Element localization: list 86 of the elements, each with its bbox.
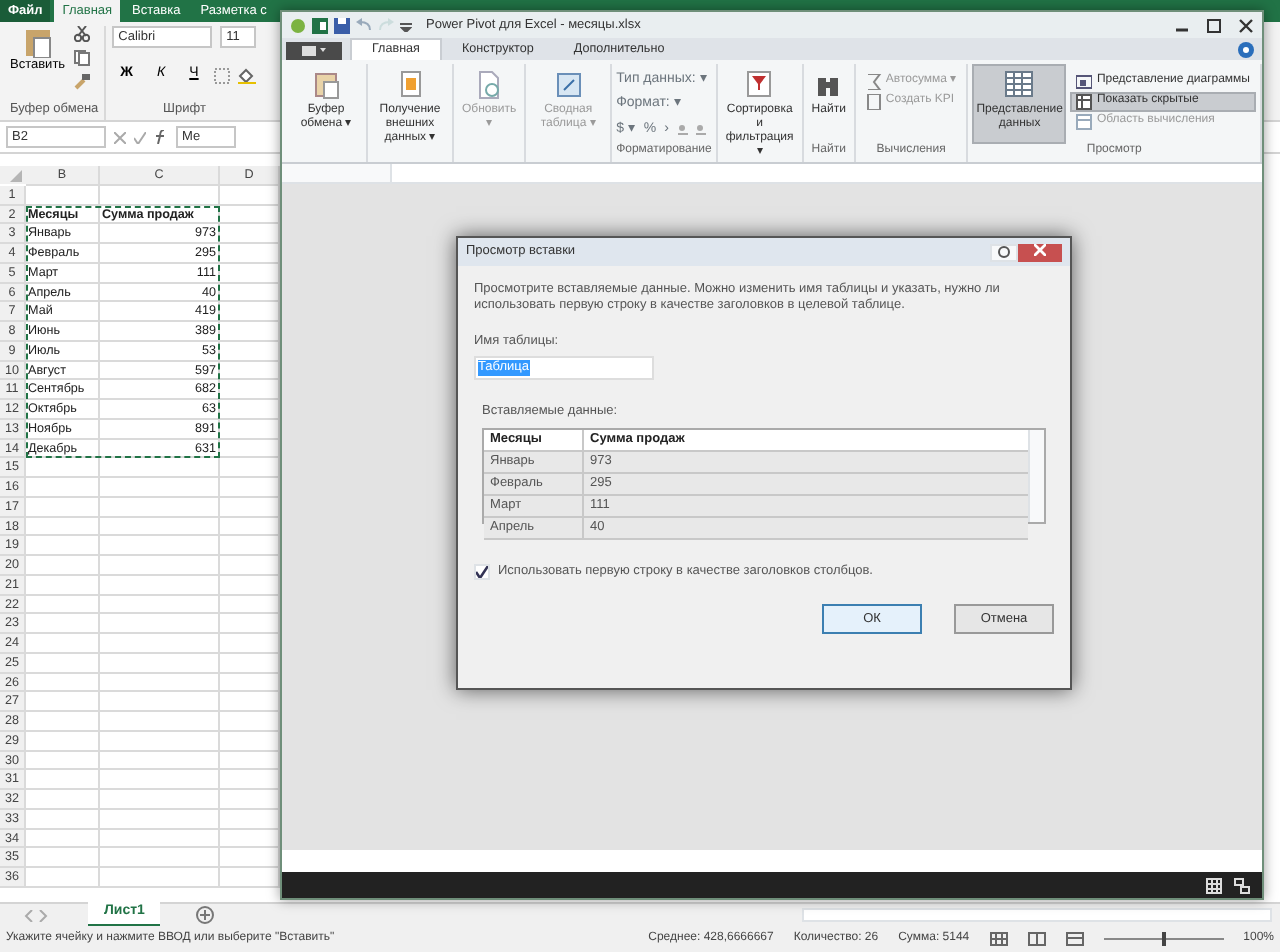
border-icon[interactable]: [214, 67, 231, 84]
horizontal-scrollbar[interactable]: [802, 908, 1272, 922]
table-cell: [26, 497, 100, 517]
table-cell: [100, 478, 220, 498]
table-cell: [26, 536, 100, 556]
scissors-icon[interactable]: [73, 26, 90, 42]
table-cell: [26, 673, 100, 693]
table-cell: [26, 575, 100, 595]
table-cell: [26, 517, 100, 537]
excel-icon[interactable]: [312, 17, 328, 33]
table-cell: [100, 868, 220, 888]
vertical-scrollbar[interactable]: [1028, 430, 1044, 523]
table-cell: [26, 790, 100, 810]
zoom-slider-thumb[interactable]: [1161, 932, 1166, 946]
table-cell: [100, 185, 220, 205]
table-cell: [26, 848, 100, 868]
table-cell: [26, 692, 100, 712]
help-icon: [998, 246, 1010, 258]
table-icon: [1076, 94, 1093, 110]
help-button[interactable]: [990, 243, 1018, 261]
table-cell: [100, 673, 220, 693]
table-cell: [100, 829, 220, 849]
table-cell: [26, 712, 100, 732]
clipboard-icon: [311, 70, 342, 100]
maximize-icon[interactable]: [1206, 17, 1222, 33]
grid-view-icon[interactable]: [1206, 877, 1222, 893]
table-cell: [100, 809, 220, 829]
filter-icon: [744, 70, 775, 100]
table-cell: [100, 712, 220, 732]
table-cell: [26, 614, 100, 634]
table-cell: [100, 751, 220, 771]
table-cell: [26, 458, 100, 478]
checkbox[interactable]: [474, 564, 490, 581]
table-cell: [100, 575, 220, 595]
table-cell: [100, 458, 220, 478]
brush-icon[interactable]: [73, 74, 90, 90]
menu-icon: [302, 45, 326, 56]
table-cell: [26, 809, 100, 829]
help-icon[interactable]: [1238, 42, 1254, 58]
grid-icon: [1004, 70, 1035, 100]
save-icon[interactable]: [334, 17, 350, 33]
table-cell: [26, 185, 100, 205]
diagram-icon: [1076, 74, 1093, 90]
table-cell: [100, 653, 220, 673]
customize-icon[interactable]: [400, 19, 412, 31]
table-cell: [100, 497, 220, 517]
pivot-table-icon: [553, 70, 584, 100]
fill-color-icon[interactable]: [238, 67, 257, 84]
table-cell: [100, 536, 220, 556]
table-cell: [100, 634, 220, 654]
table-cell: [26, 829, 100, 849]
table-cell: [100, 790, 220, 810]
table-cell: [26, 595, 100, 615]
table-cell: [100, 614, 220, 634]
table-cell: [100, 848, 220, 868]
close-icon: [1034, 244, 1046, 257]
document-icon: [395, 70, 425, 100]
table-cell: [26, 731, 100, 751]
check-icon: [476, 566, 488, 579]
normal-view-icon[interactable]: [989, 932, 1008, 946]
table-cell: [100, 556, 220, 576]
function-icon[interactable]: [154, 130, 168, 144]
table-cell: [26, 751, 100, 771]
table-cell: [26, 634, 100, 654]
table-cell: [26, 556, 100, 576]
table-cell: [26, 653, 100, 673]
table-cell: [26, 770, 100, 790]
table-cell: [100, 692, 220, 712]
table-cell: [100, 595, 220, 615]
copy-icon[interactable]: [73, 50, 90, 66]
add-sheet-icon[interactable]: [196, 906, 215, 924]
table-cell: [100, 517, 220, 537]
refresh-icon: [474, 70, 505, 100]
diagram-view-icon[interactable]: [1234, 877, 1250, 893]
table-cell: [26, 868, 100, 888]
sum-icon: [865, 74, 882, 90]
close-icon[interactable]: [1238, 17, 1254, 33]
page-break-icon[interactable]: [1065, 932, 1084, 946]
table-cell: [100, 770, 220, 790]
kpi-icon: [865, 94, 882, 110]
page-layout-icon[interactable]: [1027, 932, 1046, 946]
table-cell: [26, 478, 100, 498]
calculation-area-icon: [1076, 114, 1093, 130]
table-cell: [100, 731, 220, 751]
file-menu-button[interactable]: [286, 42, 342, 60]
close-button[interactable]: [1018, 243, 1062, 261]
